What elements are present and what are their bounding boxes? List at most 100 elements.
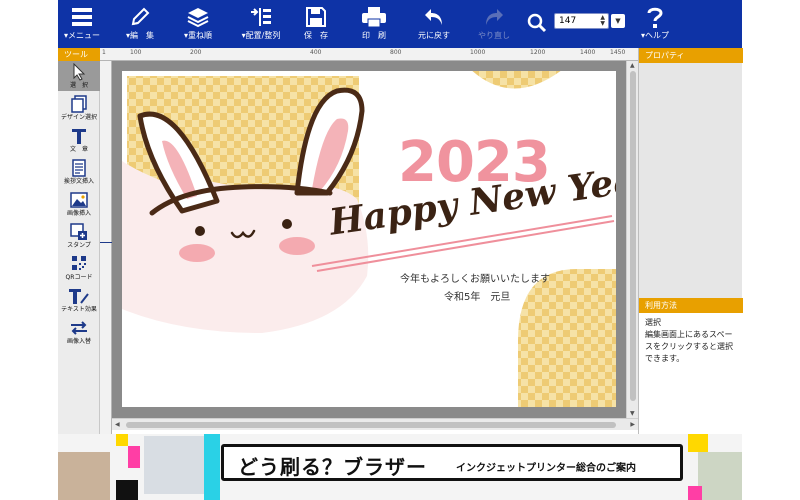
scroll-up-icon[interactable]: ▲ bbox=[630, 62, 635, 69]
edit-label: ▾編 集 bbox=[125, 31, 154, 40]
tool-design-select[interactable]: デザイン選択 bbox=[58, 93, 100, 123]
rabbit-right-cheek bbox=[279, 237, 315, 255]
print-label: 印 刷 bbox=[362, 31, 386, 40]
image-icon bbox=[70, 192, 88, 208]
top-ruler: 1 100 200 400 800 1000 1200 1400 1450 bbox=[100, 48, 638, 61]
scroll-down-icon[interactable]: ▼ bbox=[630, 410, 635, 417]
date-text[interactable]: 令和5年 元旦 bbox=[444, 288, 510, 303]
magnifier-icon bbox=[527, 13, 547, 33]
tool-qr-code[interactable]: QRコード bbox=[58, 253, 100, 283]
properties-header: プロパティ bbox=[639, 48, 743, 63]
main-toolbar: ▾メニュー ▾編 集 ▾重ね順 ▾配置/整列 保 存 印 刷 元に戻す やり直し… bbox=[58, 0, 742, 48]
banner-block bbox=[128, 446, 140, 468]
question-mark-icon bbox=[647, 7, 663, 28]
swap-arrows-icon bbox=[71, 321, 87, 335]
tool-label: 画像入替 bbox=[66, 338, 91, 345]
tool-image-replace[interactable]: 画像入替 bbox=[58, 317, 100, 347]
tool-select[interactable]: 選 択 bbox=[58, 61, 100, 91]
app-window: ▾メニュー ▾編 集 ▾重ね順 ▾配置/整列 保 存 印 刷 元に戻す やり直し… bbox=[0, 0, 800, 500]
help-button[interactable]: ▾ヘルプ bbox=[632, 0, 678, 48]
usage-text: 編集画面上にあるスペースをクリックすると選択できます。 bbox=[645, 330, 733, 363]
zoom-spinner-icon[interactable]: ▲ ▼ bbox=[600, 15, 605, 27]
rabbit-left-cheek bbox=[179, 244, 215, 262]
edit-button[interactable]: ▾編 集 bbox=[118, 0, 162, 48]
banner-block bbox=[688, 486, 702, 500]
new-year-card[interactable]: 2023 Happy New Year 今年もよろしくお願いいたします 令和5年… bbox=[122, 71, 616, 407]
vertical-scrollbar[interactable]: ▲ ▼ bbox=[626, 61, 638, 418]
design-pages-icon bbox=[71, 95, 87, 113]
right-panel: プロパティ 利用方法 選択 編集画面上にあるスペースをクリックすると選択できます… bbox=[638, 48, 743, 434]
banner-title-box[interactable]: どう刷る？ブラザー インクジェットプリンター総合のご案内 bbox=[221, 444, 683, 481]
redo-label: やり直し bbox=[478, 31, 510, 40]
tool-greeting-insert[interactable]: 挨拶文挿入 bbox=[58, 157, 100, 187]
horizontal-scroll-thumb[interactable] bbox=[126, 422, 616, 428]
hamburger-icon bbox=[72, 8, 92, 26]
banner-subtitle: インクジェットプリンター総合のご案内 bbox=[456, 463, 636, 474]
editor-canvas-area[interactable]: 2023 Happy New Year 今年もよろしくお願いいたします 令和5年… bbox=[112, 61, 626, 418]
usage-body: 選択 編集画面上にあるスペースをクリックすると選択できます。 bbox=[639, 313, 743, 434]
banner-block bbox=[116, 434, 128, 446]
order-label: ▾重ね順 bbox=[183, 31, 212, 40]
print-button[interactable]: 印 刷 bbox=[354, 0, 394, 48]
vertical-scroll-thumb[interactable] bbox=[630, 71, 636, 401]
banner-photo bbox=[698, 452, 742, 500]
cursor-arrow-icon bbox=[73, 63, 86, 81]
pencil-icon bbox=[131, 7, 150, 26]
horizontal-scrollbar[interactable]: ◀ ▶ bbox=[112, 418, 638, 430]
tool-label: テキスト効果 bbox=[61, 306, 97, 313]
greeting-text[interactable]: 今年もよろしくお願いいたします bbox=[400, 270, 550, 285]
ruler-mark: 800 bbox=[390, 49, 402, 56]
tool-label: QRコード bbox=[65, 274, 93, 281]
redo-icon bbox=[486, 9, 503, 25]
banner-block bbox=[688, 434, 708, 452]
redo-button[interactable]: やり直し bbox=[474, 0, 514, 48]
tool-label: スタンプ bbox=[67, 242, 91, 249]
usage-title: 選択 bbox=[645, 318, 661, 327]
banner-photo bbox=[144, 436, 204, 494]
tool-label: 画像挿入 bbox=[66, 210, 91, 217]
tool-stamp[interactable]: スタンプ bbox=[58, 221, 100, 251]
left-ruler bbox=[100, 61, 112, 434]
undo-icon bbox=[425, 9, 442, 25]
text-effect-icon bbox=[69, 289, 89, 304]
ruler-mark: 200 bbox=[190, 49, 202, 56]
text-t-icon bbox=[72, 129, 86, 144]
tools-panel: 選 択 デザイン選択 文 章 挨拶文挿入 画像挿入 スタンプ QRコード テキス… bbox=[58, 61, 100, 434]
banner-block bbox=[204, 434, 220, 500]
banner-photo bbox=[58, 452, 110, 500]
zoom-input[interactable]: 147 ▲ ▼ bbox=[554, 13, 609, 29]
zoom-button[interactable] bbox=[524, 0, 550, 48]
ruler-mark: 100 bbox=[130, 49, 142, 56]
tools-header: ツール bbox=[58, 48, 100, 61]
floppy-disk-icon bbox=[306, 7, 326, 27]
card-artwork bbox=[122, 71, 616, 407]
order-button[interactable]: ▾重ね順 bbox=[174, 0, 222, 48]
tool-image-insert[interactable]: 画像挿入 bbox=[58, 189, 100, 219]
zoom-dropdown-button[interactable]: ▼ bbox=[611, 14, 625, 28]
undo-label: 元に戻す bbox=[418, 31, 450, 40]
checker-quarter-circle bbox=[518, 269, 616, 407]
ad-banner[interactable]: どう刷る？ブラザー インクジェットプリンター総合のご案内 bbox=[58, 434, 742, 500]
ruler-position-marker bbox=[100, 242, 112, 243]
scroll-right-icon[interactable]: ▶ bbox=[630, 421, 635, 428]
qr-code-icon bbox=[72, 256, 86, 270]
layers-icon bbox=[187, 8, 209, 28]
tool-text[interactable]: 文 章 bbox=[58, 125, 100, 155]
tool-text-effect[interactable]: テキスト効果 bbox=[58, 285, 100, 315]
undo-button[interactable]: 元に戻す bbox=[414, 0, 454, 48]
help-label: ▾ヘルプ bbox=[640, 31, 669, 40]
stamp-icon bbox=[70, 223, 87, 240]
scroll-left-icon[interactable]: ◀ bbox=[115, 421, 120, 428]
menu-button[interactable]: ▾メニュー bbox=[58, 0, 106, 48]
banner-block bbox=[116, 480, 138, 500]
usage-header: 利用方法 bbox=[639, 298, 743, 313]
document-lines-icon bbox=[72, 159, 86, 177]
menu-label: ▾メニュー bbox=[63, 31, 100, 40]
ruler-mark: 1400 bbox=[580, 49, 596, 56]
tool-label: デザイン選択 bbox=[60, 114, 97, 121]
save-button[interactable]: 保 存 bbox=[298, 0, 334, 48]
ruler-mark: 1000 bbox=[470, 49, 486, 56]
tool-label: 挨拶文挿入 bbox=[63, 178, 94, 185]
save-label: 保 存 bbox=[304, 31, 328, 40]
arrange-button[interactable]: ▾配置/整列 bbox=[234, 0, 288, 48]
